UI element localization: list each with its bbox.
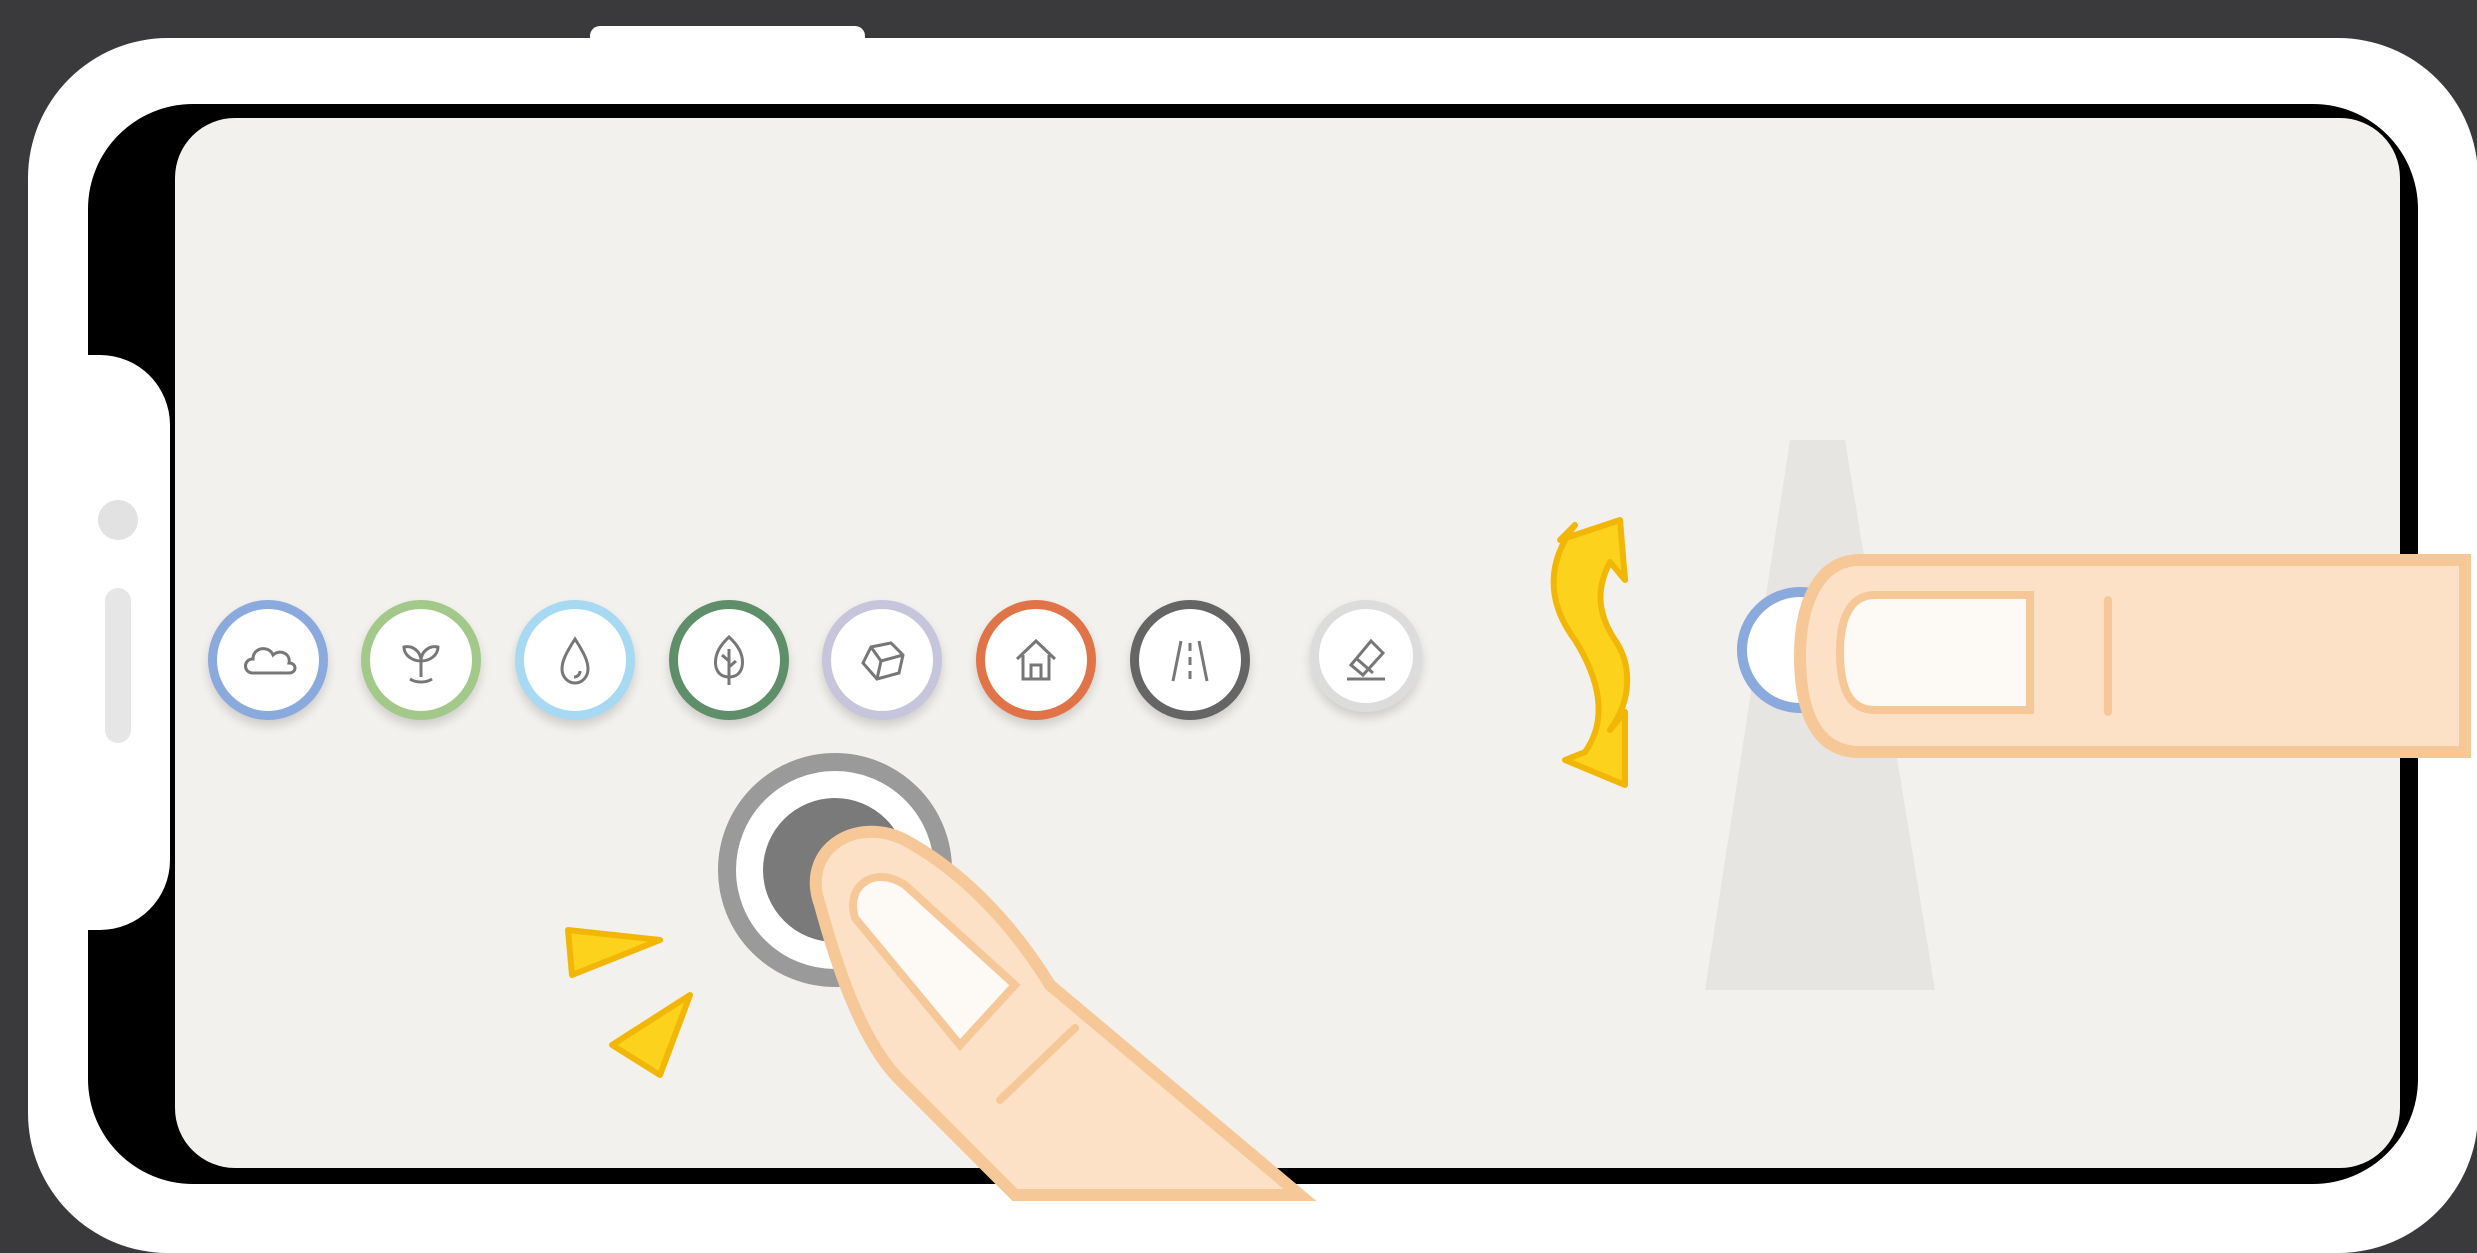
rock-icon	[861, 641, 905, 681]
speaker-grille	[105, 588, 131, 743]
road-tool-button[interactable]	[1130, 600, 1250, 720]
house-icon	[1015, 638, 1057, 681]
road-icon	[1171, 640, 1209, 682]
cloud-icon	[244, 647, 297, 675]
rock-tool-button[interactable]	[822, 600, 942, 720]
water-drop-icon	[560, 636, 590, 685]
cloud-tool-button[interactable]	[208, 600, 328, 720]
tutorial-illustration	[0, 0, 2477, 1253]
tree-icon	[714, 634, 744, 685]
front-camera-icon	[98, 500, 138, 540]
eraser-tool-button[interactable]	[1310, 600, 1422, 712]
sprout-icon	[402, 645, 440, 684]
eraser-icon	[1347, 638, 1386, 681]
sprout-tool-button[interactable]	[361, 600, 481, 720]
tree-tool-button[interactable]	[669, 600, 789, 720]
house-tool-button[interactable]	[976, 600, 1096, 720]
water-drop-tool-button[interactable]	[515, 600, 635, 720]
phone-screen	[175, 118, 2400, 1168]
tool-palette	[175, 118, 2400, 1168]
